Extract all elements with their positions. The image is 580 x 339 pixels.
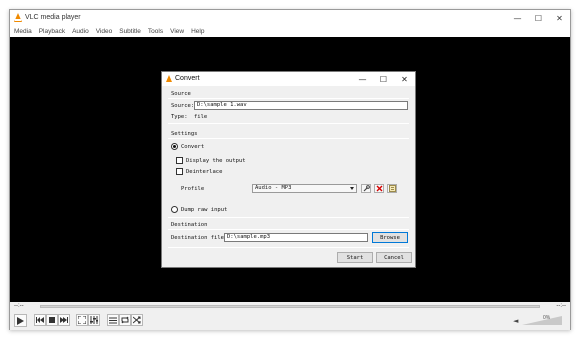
speaker-icon[interactable]: ◄: [513, 317, 518, 325]
display-output-checkbox[interactable]: [176, 157, 183, 164]
destination-file-label: Destination file:: [171, 235, 228, 241]
volume-slider[interactable]: [522, 316, 562, 325]
loop-button[interactable]: [119, 314, 131, 326]
profile-label: Profile: [181, 186, 205, 192]
dialog-close-button[interactable]: ✕: [394, 72, 415, 86]
wrench-icon: [363, 185, 370, 192]
loop-icon: [121, 316, 129, 324]
dialog-title-bar: Convert — ☐ ✕: [162, 72, 415, 86]
previous-button[interactable]: [34, 314, 46, 326]
divider: [168, 247, 409, 248]
chevron-down-icon: [350, 187, 354, 190]
menu-playback[interactable]: Playback: [39, 26, 65, 37]
dialog-minimize-button[interactable]: —: [352, 72, 373, 86]
fullscreen-icon: [78, 316, 86, 324]
type-label: Type:: [171, 114, 188, 120]
menu-video[interactable]: Video: [96, 26, 113, 37]
profile-value: Audio - MP3: [255, 185, 292, 191]
vlc-cone-icon: [14, 13, 22, 22]
playlist-button[interactable]: [107, 314, 119, 326]
menu-help[interactable]: Help: [191, 26, 204, 37]
edit-profile-button[interactable]: [361, 184, 371, 193]
shuffle-button[interactable]: [131, 314, 143, 326]
total-time[interactable]: --:--: [556, 303, 566, 309]
divider: [168, 123, 409, 124]
display-output-label: Display the output: [186, 158, 246, 164]
title-bar: VLC media player — ☐ ✕: [10, 10, 570, 26]
source-label: Source:: [171, 103, 195, 109]
menu-tools[interactable]: Tools: [148, 26, 163, 37]
convert-label: Convert: [181, 144, 205, 150]
destination-file-field[interactable]: D:\sample.mp3: [224, 233, 368, 242]
play-icon: [17, 316, 24, 325]
seek-row: --:-- --:--: [10, 302, 570, 312]
dump-raw-radio[interactable]: [171, 206, 178, 213]
settings-heading: Settings: [171, 131, 198, 137]
dump-raw-label: Dump raw input: [181, 207, 228, 213]
convert-radio[interactable]: [171, 143, 178, 150]
elapsed-time[interactable]: --:--: [14, 303, 24, 309]
minimize-button[interactable]: —: [507, 10, 528, 26]
divider: [168, 217, 409, 218]
menu-view[interactable]: View: [170, 26, 184, 37]
menu-subtitle[interactable]: Subtitle: [119, 26, 141, 37]
convert-dialog: Convert — ☐ ✕ Source Source: D:\sample 1…: [161, 71, 416, 268]
deinterlace-checkbox[interactable]: [176, 168, 183, 175]
volume-percent: 0%: [543, 315, 551, 321]
play-button[interactable]: [14, 314, 27, 327]
browse-button[interactable]: Browse: [372, 232, 408, 243]
deinterlace-label: Deinterlace: [186, 169, 223, 175]
dialog-title: Convert: [175, 75, 200, 82]
controls-row: ◄ 0%: [10, 312, 570, 330]
source-field[interactable]: D:\sample 1.wav: [194, 101, 408, 110]
playlist-icon: [109, 317, 117, 323]
fullscreen-button[interactable]: [76, 314, 88, 326]
equalizer-icon: [90, 316, 98, 324]
vlc-cone-icon: [166, 75, 172, 82]
source-heading: Source: [171, 91, 191, 97]
menu-media[interactable]: Media: [14, 26, 32, 37]
extended-settings-button[interactable]: [88, 314, 100, 326]
new-profile-button[interactable]: [387, 184, 397, 193]
next-button[interactable]: [58, 314, 70, 326]
stop-button[interactable]: [46, 314, 58, 326]
seek-slider[interactable]: [40, 305, 540, 308]
stop-icon: [49, 317, 55, 323]
divider: [168, 138, 409, 139]
divider: [168, 229, 409, 230]
dialog-maximize-button[interactable]: ☐: [373, 72, 394, 86]
previous-icon: [36, 317, 44, 323]
destination-heading: Destination: [171, 222, 208, 228]
maximize-button[interactable]: ☐: [528, 10, 549, 26]
type-value: file: [194, 114, 208, 120]
cancel-button[interactable]: Cancel: [376, 252, 412, 263]
window-title: VLC media player: [25, 14, 81, 21]
menu-audio[interactable]: Audio: [72, 26, 89, 37]
menu-bar: Media Playback Audio Video Subtitle Tool…: [10, 26, 570, 37]
close-button[interactable]: ✕: [549, 10, 570, 26]
divider: [168, 98, 409, 99]
delete-icon: [376, 185, 382, 192]
new-profile-icon: [388, 185, 396, 192]
shuffle-icon: [133, 316, 141, 324]
profile-select[interactable]: Audio - MP3: [252, 184, 357, 193]
next-icon: [60, 317, 68, 323]
start-button[interactable]: Start: [337, 252, 373, 263]
delete-profile-button[interactable]: [374, 184, 384, 193]
